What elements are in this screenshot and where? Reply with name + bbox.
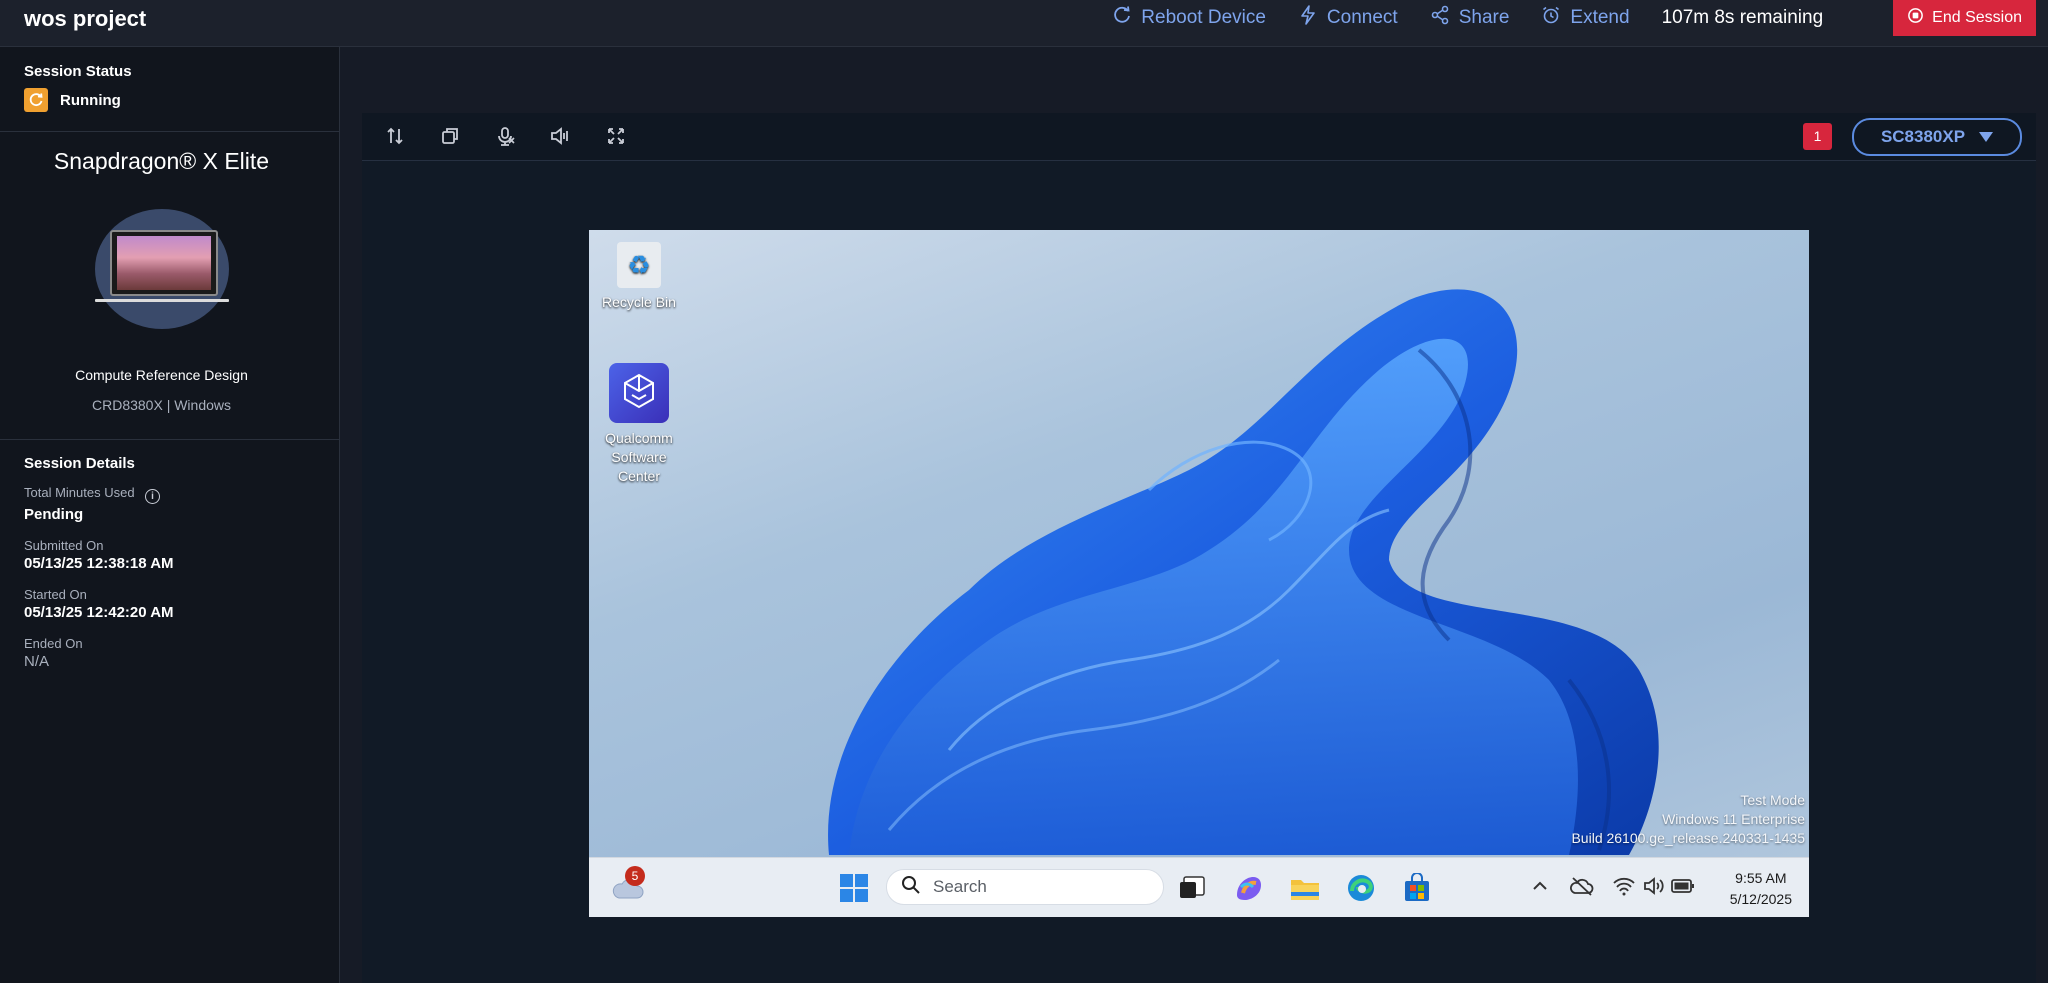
time-remaining: 107m 8s remaining: [1661, 7, 1824, 28]
copy-icon[interactable]: [439, 125, 461, 147]
start-button[interactable]: [839, 873, 869, 908]
device-name: Compute Reference Design: [75, 367, 248, 383]
share-icon: [1430, 5, 1450, 31]
speaker-icon[interactable]: [549, 125, 571, 147]
windows-bloom-wallpaper: [828, 289, 1659, 855]
top-actions: Reboot Device Connect Share Extend 107m …: [1112, 0, 2048, 36]
qualcomm-label-line1: Qualcomm: [605, 430, 673, 446]
wifi-icon: [1612, 877, 1636, 901]
volume-control[interactable]: [1642, 875, 1666, 902]
session-status-label: Session Status: [24, 63, 132, 80]
reboot-device-label: Reboot Device: [1141, 7, 1266, 28]
session-sidebar: Session Status Running Snapdragon® X Eli…: [0, 47, 340, 983]
submitted-on-label: Submitted On: [24, 538, 104, 553]
taskbar-search[interactable]: Search: [886, 869, 1164, 905]
end-session-label: End Session: [1932, 9, 2022, 26]
qualcomm-label-line2: Software: [611, 449, 667, 465]
watermark-line3: Build 26100.ge_release.240331-1435: [1571, 830, 1805, 846]
taskbar-clock[interactable]: 9:55 AM 5/12/2025: [1730, 868, 1792, 910]
stop-circle-icon: [1907, 7, 1924, 29]
device-select-label: SC8380XP: [1880, 127, 1966, 146]
volume-icon: [1642, 877, 1666, 901]
network-status[interactable]: [1612, 875, 1636, 902]
session-status-value: Running: [60, 91, 121, 109]
qualcomm-label-line3: Center: [617, 468, 661, 484]
info-icon[interactable]: i: [145, 489, 161, 504]
clock-date: 5/12/2025: [1729, 891, 1792, 907]
onedrive-status[interactable]: [1570, 875, 1594, 902]
watermark-line2: Windows 11 Enterprise: [1662, 811, 1805, 827]
windows-taskbar: 5 Search 9:55 AM 5/12/2025: [589, 857, 1809, 917]
refresh-icon: [1112, 5, 1132, 31]
folder-icon: [1289, 880, 1321, 906]
watermark-line1: Test Mode: [1740, 792, 1805, 808]
device-select-dropdown[interactable]: SC8380XP: [1852, 118, 2022, 156]
qualcomm-software-center-shortcut[interactable]: Qualcomm Software Center: [589, 363, 689, 486]
cloud-icon: [611, 879, 645, 906]
fullscreen-icon[interactable]: [605, 125, 627, 147]
battery-icon: [1671, 879, 1695, 899]
task-view-icon: [1178, 876, 1206, 905]
divider: [0, 439, 339, 440]
started-on-label: Started On: [24, 587, 87, 602]
ended-on-label: Ended On: [24, 636, 83, 651]
copilot-button[interactable]: [1233, 873, 1265, 908]
reboot-device-button[interactable]: Reboot Device: [1112, 5, 1266, 31]
project-title: wos project: [24, 6, 147, 31]
viewer-toolbar: 1 SC8380XP: [362, 113, 2036, 161]
caret-down-icon: [1979, 132, 1994, 142]
alarm-clock-icon: [1541, 5, 1561, 31]
edge-icon: [1346, 875, 1376, 907]
running-status-icon: [24, 88, 48, 112]
weather-notification-badge: 5: [625, 866, 645, 886]
device-subtitle: CRD8380X | Windows: [91, 397, 232, 413]
clock-time: 9:55 AM: [1735, 870, 1787, 886]
copilot-icon: [1233, 877, 1265, 907]
cloud-off-icon: [1570, 877, 1594, 901]
mic-off-icon[interactable]: [494, 125, 516, 147]
total-minutes-value: Pending: [24, 506, 84, 523]
search-placeholder: Search: [933, 877, 987, 896]
laptop-base: [95, 299, 229, 302]
connect-label: Connect: [1326, 7, 1398, 28]
swap-arrows-icon[interactable]: [384, 125, 406, 147]
extend-button[interactable]: Extend: [1541, 5, 1630, 31]
extend-label: Extend: [1570, 7, 1630, 28]
qualcomm-software-center-icon: [609, 363, 669, 423]
file-explorer-button[interactable]: [1289, 874, 1321, 907]
weather-widget[interactable]: 5: [611, 866, 645, 907]
submitted-on-value: 05/13/25 12:38:18 AM: [24, 555, 174, 572]
divider: [0, 131, 339, 132]
total-minutes-label: Total Minutes Used: [24, 485, 135, 500]
microsoft-store-button[interactable]: [1402, 872, 1432, 908]
started-on-value: 05/13/25 12:42:20 AM: [24, 604, 174, 621]
session-details-title: Session Details: [24, 455, 135, 472]
battery-status[interactable]: [1671, 877, 1695, 900]
recycle-bin-label: Recycle Bin: [602, 294, 676, 310]
end-session-button[interactable]: End Session: [1893, 0, 2036, 36]
chevron-up-icon: [1530, 881, 1550, 900]
connect-button[interactable]: Connect: [1298, 5, 1398, 31]
notification-count-badge[interactable]: 1: [1803, 123, 1832, 150]
share-button[interactable]: Share: [1430, 5, 1510, 31]
top-bar: wos project Reboot Device Connect Share …: [0, 0, 2048, 47]
recycle-bin-shortcut[interactable]: ♻ Recycle Bin: [589, 242, 689, 310]
device-title: Snapdragon® X Elite: [53, 148, 270, 174]
show-hidden-icons-button[interactable]: [1530, 876, 1550, 901]
recycle-bin-icon: ♻: [617, 242, 661, 288]
windows-watermark: Test Mode Windows 11 Enterprise Build 26…: [1571, 791, 1805, 848]
session-details: Session Details Total Minutes Used i Pen…: [24, 455, 174, 670]
task-view-button[interactable]: [1178, 875, 1206, 906]
search-icon: [901, 875, 921, 900]
windows-logo-icon: [839, 874, 869, 907]
ended-on-value: N/A: [24, 653, 50, 670]
lightning-icon: [1298, 5, 1318, 31]
session-status: Session Status Running: [24, 63, 132, 112]
laptop-image: [110, 230, 218, 296]
edge-browser-button[interactable]: [1346, 873, 1376, 908]
share-label: Share: [1458, 7, 1510, 28]
remote-desktop-screen[interactable]: ♻ Recycle Bin Qualcomm Software Center T…: [589, 230, 1809, 917]
store-icon: [1402, 872, 1432, 907]
